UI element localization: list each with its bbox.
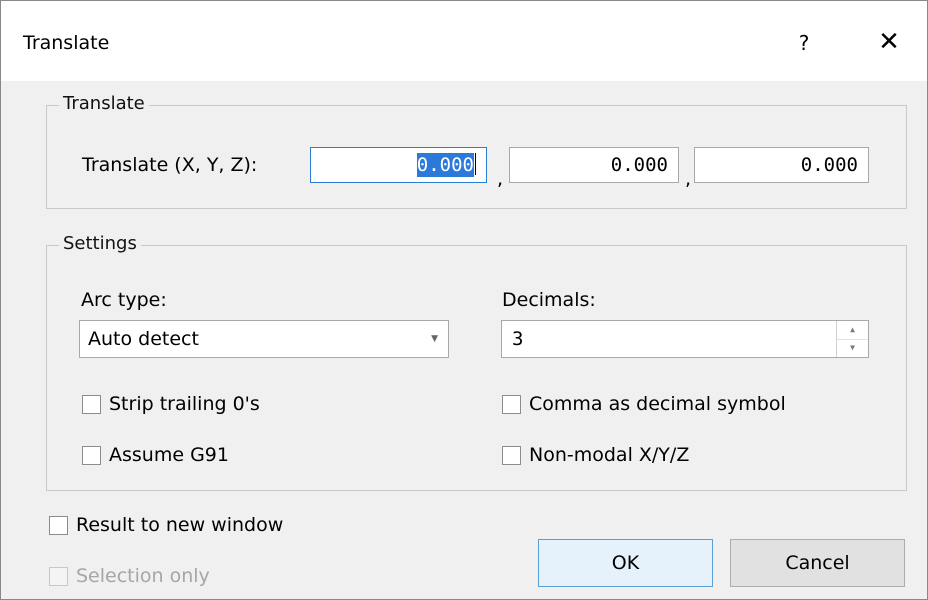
checkbox-box[interactable] xyxy=(502,445,521,465)
result-new-window-label: Result to new window xyxy=(76,514,284,536)
cancel-button[interactable]: Cancel xyxy=(730,539,905,587)
chevron-down-icon: ▼ xyxy=(431,334,438,344)
arc-type-value: Auto detect xyxy=(88,328,199,350)
strip-trailing-label: Strip trailing 0's xyxy=(109,393,260,415)
non-modal-label: Non-modal X/Y/Z xyxy=(529,444,690,466)
selection-only-checkbox: Selection only xyxy=(49,564,210,588)
translate-x-value: 0.000 xyxy=(416,153,474,177)
checkbox-box[interactable] xyxy=(82,445,101,465)
dialog-title: Translate xyxy=(23,32,110,54)
translate-group-legend: Translate xyxy=(59,92,149,116)
checkbox-box xyxy=(49,566,68,586)
assume-g91-checkbox[interactable]: Assume G91 xyxy=(82,443,229,467)
decimals-spin-buttons: ▲ ▼ xyxy=(836,321,868,357)
ok-button[interactable]: OK xyxy=(538,539,713,587)
translate-dialog: Translate ? ✕ Translate Translate (X, Y,… xyxy=(0,0,928,600)
decimals-spinbox[interactable]: 3 ▲ ▼ xyxy=(501,320,869,358)
comma-decimal-label: Comma as decimal symbol xyxy=(529,393,786,415)
settings-group-legend: Settings xyxy=(59,232,141,256)
close-icon[interactable]: ✕ xyxy=(869,23,909,63)
translate-z-input[interactable]: 0.000 xyxy=(694,147,869,183)
checkbox-box[interactable] xyxy=(49,515,68,535)
checkbox-box[interactable] xyxy=(82,394,101,414)
separator-comma-1: , xyxy=(497,168,504,190)
text-caret xyxy=(475,153,476,175)
title-bar: Translate ? ✕ xyxy=(1,1,927,81)
spin-up-icon[interactable]: ▲ xyxy=(837,321,868,340)
non-modal-checkbox[interactable]: Non-modal X/Y/Z xyxy=(502,443,689,467)
decimals-value: 3 xyxy=(512,328,524,350)
translate-y-input[interactable]: 0.000 xyxy=(509,147,679,183)
spin-down-icon[interactable]: ▼ xyxy=(837,339,868,357)
separator-comma-2: , xyxy=(685,168,692,190)
comma-decimal-checkbox[interactable]: Comma as decimal symbol xyxy=(502,392,786,416)
arc-type-dropdown[interactable]: Auto detect ▼ xyxy=(79,320,449,358)
help-icon[interactable]: ? xyxy=(784,23,824,63)
result-new-window-checkbox[interactable]: Result to new window xyxy=(49,513,283,537)
selection-only-label: Selection only xyxy=(76,565,210,587)
translate-xyz-label: Translate (X, Y, Z): xyxy=(82,154,258,176)
assume-g91-label: Assume G91 xyxy=(109,444,229,466)
checkbox-box[interactable] xyxy=(502,394,521,414)
arc-type-label: Arc type: xyxy=(81,289,167,311)
translate-x-input[interactable]: 0.000 xyxy=(310,147,487,183)
strip-trailing-checkbox[interactable]: Strip trailing 0's xyxy=(82,392,260,416)
decimals-label: Decimals: xyxy=(502,289,596,311)
